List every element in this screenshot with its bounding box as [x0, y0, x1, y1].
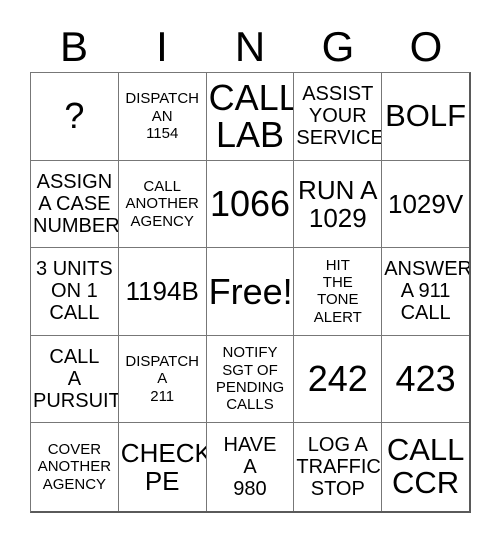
bingo-cell-label: COVER ANOTHER AGENCY — [37, 441, 112, 493]
bingo-cell-i1[interactable]: DISPATCH AN 1154 — [118, 73, 207, 161]
bingo-cell-label: 1066 — [209, 182, 291, 224]
bingo-cell-o3[interactable]: ANSWER A 911 CALL — [382, 248, 469, 336]
bingo-header-letter-o: O — [409, 23, 443, 70]
bingo-header-letter-b: B — [59, 23, 88, 70]
bingo-cell-i3[interactable]: 1194B — [118, 248, 207, 336]
bingo-cell-label: NOTIFY SGT OF PENDING CALLS — [215, 344, 285, 414]
bingo-cell-label: CALL LAB — [208, 76, 295, 156]
bingo-cell-label: 423 — [395, 358, 456, 400]
bingo-cell-label: ASSIST YOUR SERVICE — [296, 83, 383, 150]
bingo-cell-label: CALL ANOTHER AGENCY — [125, 177, 199, 230]
bingo-cell-o2[interactable]: 1029V — [382, 161, 469, 249]
bingo-cell-b1[interactable]: ? — [31, 73, 119, 161]
bingo-cell-label: HIT THE TONE ALERT — [313, 256, 362, 326]
bingo-cell-o4[interactable]: 423 — [382, 336, 469, 424]
bingo-cell-label: 1029V — [387, 188, 464, 219]
bingo-cell-o1[interactable]: BOLF — [382, 73, 469, 161]
bingo-cell-label: DISPATCH AN 1154 — [125, 90, 199, 142]
bingo-grid: ? DISPATCH AN 1154 CALL LAB ASSIST YOUR … — [30, 72, 471, 513]
bingo-header-letter-n: N — [234, 23, 266, 70]
bingo-cell-i5[interactable]: CHECK PE — [119, 423, 207, 511]
bingo-row-4: CALL A PURSUIT DISPATCH A 211 NOTIFY SGT… — [31, 335, 469, 424]
bingo-row-2: ASSIGN A CASE NUMBER CALL ANOTHER AGENCY… — [31, 160, 469, 249]
bingo-header-letter-g: G — [321, 23, 355, 70]
bingo-cell-g2[interactable]: RUN A 1029 — [294, 160, 383, 249]
bingo-card: B I N G O ? DISPATCH AN 1154 CALL LAB AS… — [0, 0, 500, 544]
bingo-row-1: ? DISPATCH AN 1154 CALL LAB ASSIST YOUR … — [31, 73, 469, 161]
bingo-cell-label: DISPATCH A 211 — [125, 352, 199, 405]
bingo-cell-n5[interactable]: HAVE A 980 — [207, 423, 295, 511]
bingo-cell-label: CALL A PURSUIT — [33, 346, 119, 413]
bingo-header-letter-i: I — [156, 23, 168, 70]
bingo-cell-label: CHECK PE — [120, 438, 207, 497]
bingo-cell-g5[interactable]: LOG A TRAFFIC STOP — [294, 423, 383, 511]
bingo-cell-free[interactable]: Free! — [206, 248, 295, 336]
bingo-cell-label: Free! — [208, 270, 293, 312]
bingo-cell-label: HAVE A 980 — [223, 434, 277, 501]
bingo-cell-label: RUN A 1029 — [298, 174, 378, 233]
bingo-cell-b5[interactable]: COVER ANOTHER AGENCY — [31, 423, 119, 511]
bingo-header-row: B I N G O — [30, 22, 470, 72]
bingo-cell-n1[interactable]: CALL LAB — [206, 73, 295, 161]
bingo-cell-g3[interactable]: HIT THE TONE ALERT — [294, 248, 383, 336]
bingo-cell-b4[interactable]: CALL A PURSUIT — [31, 335, 119, 424]
bingo-cell-g4[interactable]: 242 — [294, 335, 383, 424]
bingo-cell-i4[interactable]: DISPATCH A 211 — [118, 335, 207, 424]
bingo-row-5: COVER ANOTHER AGENCY CHECK PE HAVE A 980… — [31, 423, 469, 511]
bingo-cell-g1[interactable]: ASSIST YOUR SERVICE — [294, 73, 383, 161]
bingo-cell-label: LOG A TRAFFIC STOP — [296, 434, 381, 501]
bingo-cell-n4[interactable]: NOTIFY SGT OF PENDING CALLS — [206, 335, 295, 424]
bingo-cell-o5[interactable]: CALL CCR — [382, 423, 469, 511]
bingo-cell-label: ? — [64, 95, 85, 137]
bingo-cell-label: BOLF — [385, 97, 467, 133]
bingo-cell-label: 3 UNITS ON 1 CALL — [36, 258, 113, 325]
bingo-cell-label: 242 — [307, 358, 368, 400]
bingo-row-3: 3 UNITS ON 1 CALL 1194B Free! HIT THE TO… — [31, 248, 469, 336]
bingo-cell-label: ANSWER A 911 CALL — [384, 258, 469, 325]
bingo-cell-b2[interactable]: ASSIGN A CASE NUMBER — [31, 160, 119, 249]
bingo-cell-label: CALL CCR — [386, 432, 465, 501]
bingo-cell-n2[interactable]: 1066 — [206, 160, 295, 249]
bingo-cell-label: ASSIGN A CASE NUMBER — [33, 170, 119, 237]
bingo-cell-b3[interactable]: 3 UNITS ON 1 CALL — [31, 248, 119, 336]
bingo-cell-label: 1194B — [125, 276, 199, 307]
bingo-cell-i2[interactable]: CALL ANOTHER AGENCY — [118, 160, 207, 249]
